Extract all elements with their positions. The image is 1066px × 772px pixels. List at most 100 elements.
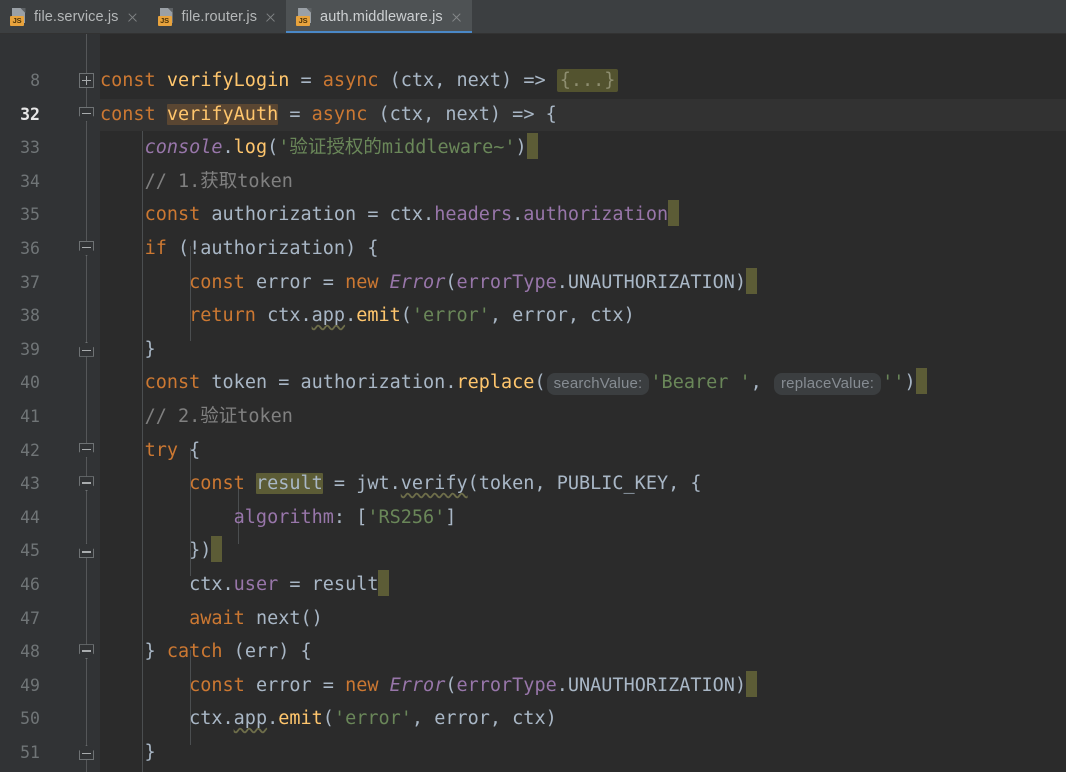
code-text: const error = new Error(errorType.UNAUTH…: [100, 266, 758, 300]
comment: // 1.获取token: [144, 170, 293, 192]
code-line[interactable]: 42 try {: [0, 434, 1066, 468]
identifier-errorType: errorType: [456, 271, 557, 293]
identifier-token: token: [211, 372, 268, 394]
code-line[interactable]: 47 await next(): [0, 602, 1066, 636]
code-line[interactable]: 48 } catch (err) {: [0, 635, 1066, 669]
tab-file-router-js[interactable]: JS file.router.js: [147, 0, 287, 33]
line-number: 47: [20, 608, 40, 628]
code-text: ctx.app.emit('error', error, ctx): [189, 708, 557, 730]
code-text: ctx.user = result: [100, 568, 390, 602]
folded-code-placeholder[interactable]: {...}: [556, 69, 619, 92]
code-text: try {: [144, 439, 201, 461]
code-text: await next(): [189, 607, 323, 629]
fold-collapse-icon[interactable]: [79, 476, 94, 492]
code-line[interactable]: 33 console.log('验证授权的middleware~'): [0, 131, 1066, 165]
line-number: 8: [30, 71, 40, 90]
method-emit: emit: [356, 305, 401, 327]
line-number: 37: [20, 272, 40, 292]
line-number: 32: [20, 104, 40, 124]
close-icon[interactable]: [264, 11, 277, 24]
string-literal: 'Bearer ': [650, 372, 751, 394]
keyword-const: const: [189, 271, 245, 293]
keyword-const: const: [100, 70, 156, 91]
inline-param-hint-replaceValue[interactable]: replaceValue:: [773, 373, 882, 396]
keyword-const: const: [189, 674, 245, 696]
property-headers: headers: [434, 204, 513, 226]
code-line-current[interactable]: 32 const verifyAuth = async (ctx, next) …: [0, 98, 1066, 132]
code-line[interactable]: 34 // 1.获取token: [0, 165, 1066, 199]
code-line[interactable]: 45 }): [0, 534, 1066, 568]
code-line[interactable]: 37 const error = new Error(errorType.UNA…: [0, 266, 1066, 300]
js-badge: JS: [10, 16, 24, 26]
code-line[interactable]: 38 return ctx.app.emit('error', error, c…: [0, 299, 1066, 333]
fold-end-icon[interactable]: [79, 341, 94, 357]
eol-marker: [746, 670, 758, 697]
line-number: 40: [20, 373, 40, 393]
line-number: 42: [20, 440, 40, 460]
code-line[interactable]: 50 ctx.app.emit('error', error, ctx): [0, 702, 1066, 736]
identifier-verifyAuth: verifyAuth: [166, 103, 279, 125]
string-literal: 'error': [411, 305, 490, 327]
tab-label: file.service.js: [34, 9, 119, 25]
keyword-const: const: [144, 372, 201, 394]
identifier-result: result: [311, 574, 379, 595]
code-text: }: [100, 742, 156, 763]
code-line[interactable]: 36 if (!authorization) {: [0, 232, 1066, 266]
close-icon[interactable]: [450, 11, 463, 24]
keyword-async: async: [322, 70, 379, 91]
tab-auth-middleware-js[interactable]: JS auth.middleware.js: [286, 0, 472, 33]
fold-collapse-icon[interactable]: [79, 442, 94, 458]
code-text: } catch (err) {: [100, 641, 312, 663]
code-line[interactable]: 43 const result = jwt.verify(token, PUBL…: [0, 467, 1066, 501]
constant-UNAUTHORIZATION: UNAUTHORIZATION: [567, 674, 735, 696]
eol-marker: [378, 570, 390, 596]
line-number: 38: [20, 306, 40, 326]
keyword-try: try: [144, 439, 178, 461]
code-line[interactable]: 49 const error = new Error(errorType.UNA…: [0, 669, 1066, 703]
inline-param-hint-searchValue[interactable]: searchValue:: [546, 373, 650, 396]
class-Error: Error: [389, 674, 446, 696]
identifier-err: err: [244, 641, 279, 663]
method-replace: replace: [456, 372, 535, 394]
code-line[interactable]: 44 algorithm: ['RS256']: [0, 501, 1066, 535]
code-line[interactable]: 51 }: [0, 736, 1066, 770]
property-algorithm: algorithm: [233, 506, 334, 528]
code-line[interactable]: 41 // 2.验证token: [0, 400, 1066, 434]
code-text: console.log('验证授权的middleware~'): [100, 131, 538, 165]
code-line[interactable]: 46 ctx.user = result: [0, 568, 1066, 602]
line-number: 48: [20, 642, 40, 662]
code-line[interactable]: 40 const token = authorization.replace(s…: [0, 366, 1066, 400]
identifier-authorization: authorization: [200, 238, 346, 259]
code-line[interactable]: 35 const authorization = ctx.headers.aut…: [0, 198, 1066, 232]
identifier-authorization: authorization: [300, 372, 446, 394]
constant-PUBLIC-KEY: PUBLIC_KEY: [556, 473, 669, 495]
js-file-icon: JS: [296, 8, 313, 26]
fold-end-icon[interactable]: [79, 745, 94, 760]
code-text: algorithm: ['RS256']: [233, 506, 457, 528]
identifier-next: next: [255, 607, 301, 629]
method-log: log: [233, 137, 268, 159]
code-editor[interactable]: 8 const verifyLogin = async (ctx, next) …: [0, 34, 1066, 772]
fold-end-icon[interactable]: [79, 543, 94, 559]
code-line[interactable]: 39 }: [0, 333, 1066, 367]
tab-file-service-js[interactable]: JS file.service.js: [0, 0, 148, 33]
close-icon[interactable]: [126, 11, 139, 24]
fold-collapse-icon[interactable]: [79, 644, 94, 660]
code-text: }): [100, 534, 223, 568]
line-number: 36: [20, 239, 40, 258]
code-line[interactable]: 8 const verifyLogin = async (ctx, next) …: [0, 64, 1066, 98]
code-text: const error = new Error(errorType.UNAUTH…: [100, 669, 758, 703]
eol-marker: [668, 200, 680, 227]
fold-expand-icon[interactable]: [79, 73, 94, 88]
keyword-catch: catch: [166, 641, 223, 663]
keyword-if: if: [144, 238, 167, 259]
js-badge: JS: [157, 16, 172, 26]
line-number: 35: [20, 205, 40, 225]
code-text: const authorization = ctx.headers.author…: [100, 198, 680, 232]
string-literal: '': [882, 372, 905, 394]
identifier-error: error: [434, 708, 490, 730]
property-authorization: authorization: [523, 204, 669, 226]
code-text: if (!authorization) {: [144, 238, 379, 259]
fold-collapse-icon[interactable]: [79, 106, 94, 122]
fold-collapse-icon[interactable]: [79, 241, 94, 256]
